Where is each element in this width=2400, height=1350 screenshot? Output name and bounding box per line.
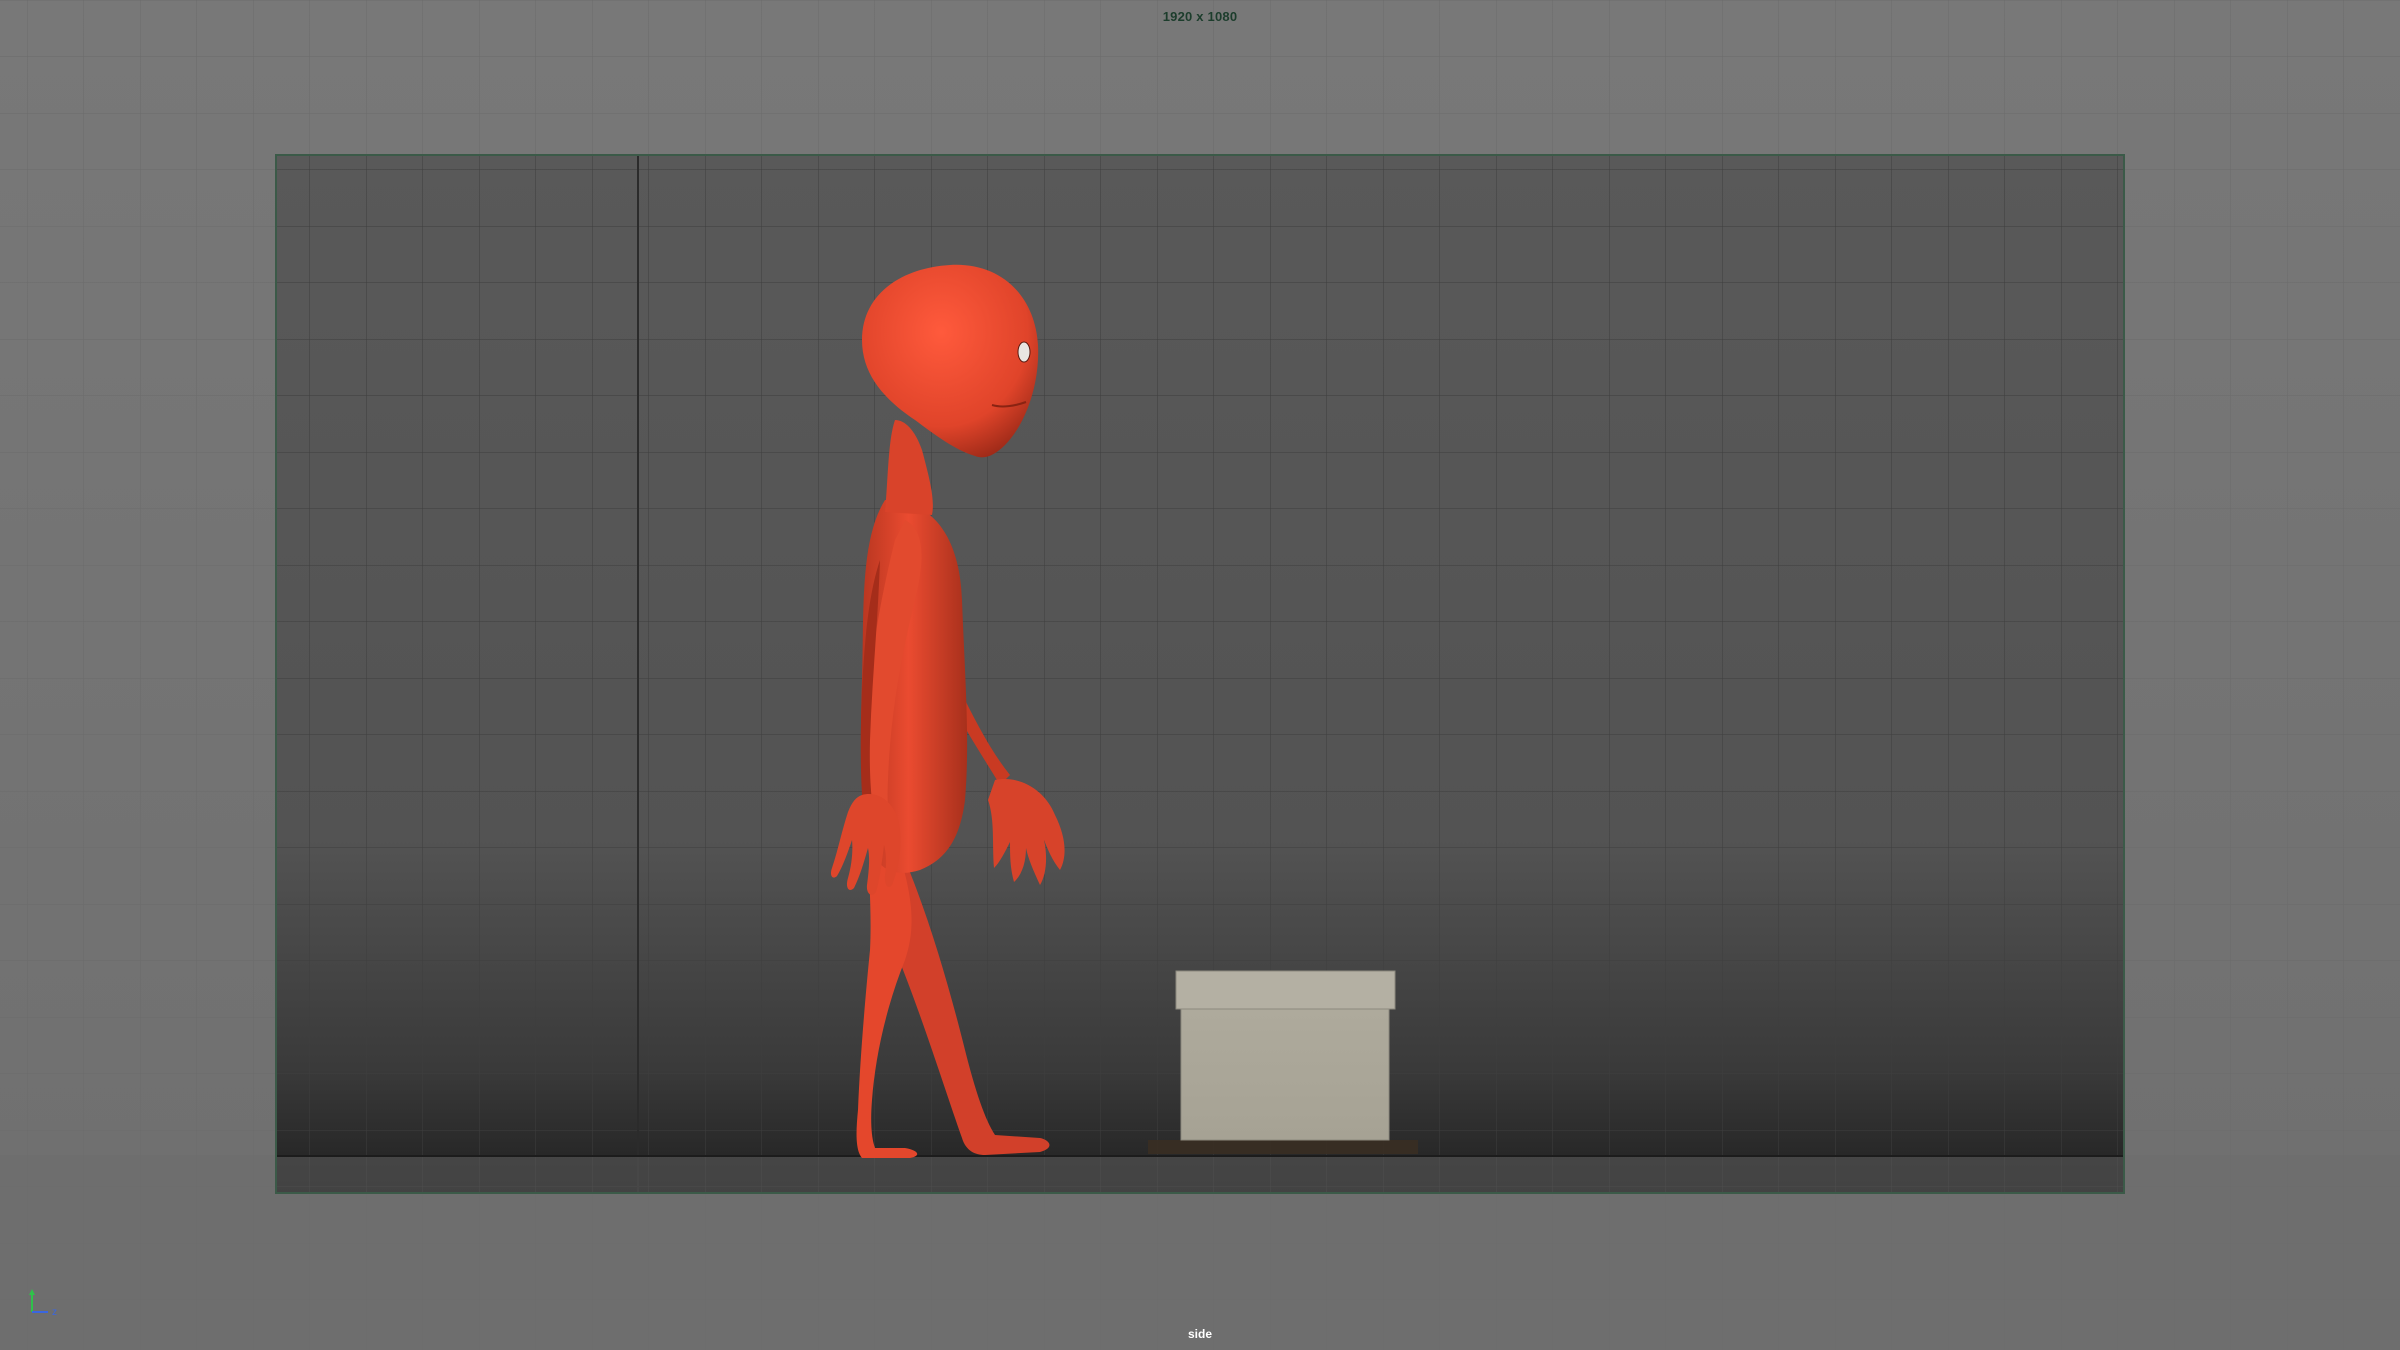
axis-y-arrow (29, 1289, 35, 1295)
camera-name-label: side (1187, 1327, 1212, 1341)
axis-z-label: z (52, 1307, 57, 1318)
resolution-gate-label: 1920 x 1080 (1162, 9, 1238, 24)
box-prop[interactable] (1148, 970, 1418, 1154)
viewport-scene[interactable] (0, 0, 2400, 1350)
character-eye (1017, 341, 1031, 363)
axis-gizmo-icon: z (29, 1289, 57, 1318)
side-viewport[interactable]: 1920 x 1080 z side (0, 0, 2400, 1350)
